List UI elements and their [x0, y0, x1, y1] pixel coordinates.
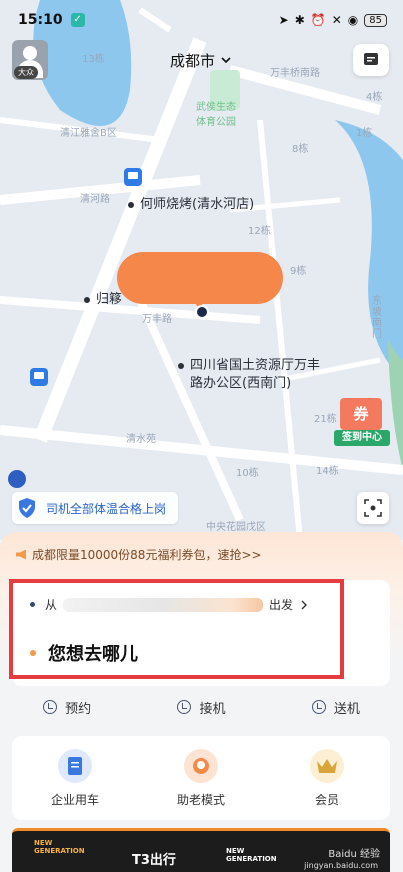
poi-name: 四川省国土资源厅万丰 [190, 358, 321, 373]
bluetooth-icon: ✱ [294, 13, 305, 27]
watermark: Baidu 经验 [328, 849, 380, 860]
map-label-road: 清河路 [80, 194, 110, 205]
locate-button[interactable] [357, 492, 389, 524]
enterprise-doc-icon [58, 748, 92, 783]
feature-enterprise[interactable]: 企业用车 [25, 748, 125, 808]
map-label-building: 4栋 [366, 92, 383, 103]
alarm-icon: ⏰ [310, 13, 326, 27]
map-label-building: 12栋 [248, 226, 271, 237]
poi-label[interactable]: 四川省国土资源厅万丰 路办公区(西南门) [178, 357, 320, 393]
poi-dot-icon [178, 362, 184, 369]
ad-text-left: NEW GENERATION [34, 839, 85, 855]
promo-text: 成都限量10000份88元福利券包，速抢>> [32, 548, 262, 562]
map-label-building: 9栋 [290, 266, 307, 277]
service-tabs: 预约 接机 送机 [0, 694, 403, 720]
poi-dot-icon [128, 201, 134, 208]
chevron-down-icon [221, 57, 231, 64]
elderly-mode-icon [184, 748, 218, 783]
map-label-road: 万丰路 [142, 314, 172, 325]
status-time: 15:10 [18, 12, 63, 28]
feature-member[interactable]: 会员 [277, 748, 377, 808]
map-label-road: 万丰桥南路 [270, 68, 320, 79]
map-label-building: 8栋 [292, 144, 309, 155]
service-dropoff[interactable]: 送机 [311, 698, 360, 717]
feature-label: 会员 [314, 792, 339, 807]
promo-banner[interactable]: 成都限量10000份88元福利券包，速抢>> [16, 546, 262, 563]
city-name: 成都市 [170, 52, 216, 70]
map-label-road: 东坡南门 [372, 296, 382, 340]
battery-indicator: 85 [364, 13, 387, 27]
bus-stop-icon[interactable] [30, 368, 48, 386]
service-pickup[interactable]: 接机 [177, 698, 226, 717]
map-label-area: 清江雅舍B区 [60, 128, 117, 139]
current-location-marker [195, 305, 209, 319]
advertisement-banner[interactable]: NEW GENERATION T3出行 NEW GENERATION Baidu… [12, 828, 390, 872]
shield-icon [12, 492, 42, 524]
poi-label[interactable]: 归簃 [84, 288, 122, 307]
message-icon [364, 53, 378, 65]
pickup-location-bubble[interactable] [117, 252, 283, 304]
message-button[interactable] [353, 44, 389, 76]
map-label-building: 13栋 [82, 54, 105, 65]
coupon-badge: 券 [340, 398, 382, 430]
tools-icon[interactable] [8, 470, 26, 488]
wifi-icon: ◉ [347, 13, 359, 27]
highlight-frame [9, 579, 344, 679]
mute-icon: ✕ [331, 13, 342, 27]
check-icon: ✓ [70, 13, 85, 27]
poi-name: 何师烧烤(清水河店) [140, 197, 255, 212]
ad-brand: T3出行 [132, 853, 176, 868]
watermark-url: jingyan.baidu.com [304, 861, 378, 870]
map-label-building: 14栋 [316, 466, 339, 477]
bus-stop-icon[interactable] [124, 168, 142, 186]
ad-text-right: NEW GENERATION [226, 847, 277, 863]
service-label: 送机 [333, 701, 360, 717]
checkin-center-button[interactable]: 券 签到中心 [334, 394, 390, 452]
driver-temperature-banner[interactable]: 司机全部体温合格上岗 [12, 492, 179, 524]
poi-dot-icon [84, 296, 90, 303]
service-label: 预约 [65, 701, 92, 717]
status-bar: 15:10 ✓ ➤ ✱ ⏰ ✕ ◉ 85 [0, 0, 403, 40]
crown-icon [310, 748, 344, 783]
speaker-icon [16, 549, 26, 560]
map-view[interactable]: 13栋 清江雅舍B区 清河路 万丰桥南路 武侯生态 体育公园 4栋 1栋 8栋 … [0, 0, 403, 540]
feature-elderly[interactable]: 助老模式 [151, 748, 251, 808]
service-reserve[interactable]: 预约 [43, 698, 91, 717]
feature-label: 助老模式 [176, 792, 225, 807]
map-label-building: 1栋 [356, 128, 373, 139]
poi-name: 路办公区(西南门) [190, 376, 292, 391]
map-label-park: 武侯生态 体育公园 [196, 102, 236, 128]
feature-grid: 企业用车 助老模式 会员 [12, 736, 390, 820]
checkin-center-label: 签到中心 [334, 430, 390, 446]
map-label-area: 清水苑 [126, 434, 156, 445]
poi-label[interactable]: 何师烧烤(清水河店) [128, 193, 254, 212]
location-arrow-icon: ➤ [278, 13, 289, 27]
avatar-badge: 大众 [14, 66, 38, 79]
dropoff-plane-icon [311, 700, 326, 714]
poi-name: 归簃 [96, 292, 123, 307]
map-label-area: 中央花园戊区 [206, 522, 266, 533]
temperature-banner-text: 司机全部体温合格上岗 [46, 501, 167, 516]
city-selector[interactable]: 成都市 [170, 50, 231, 71]
feature-label: 企业用车 [50, 792, 99, 807]
locate-icon [364, 499, 382, 517]
pickup-plane-icon [177, 700, 192, 714]
map-label-building: 10栋 [236, 468, 259, 479]
service-label: 接机 [199, 701, 226, 717]
clock-icon [43, 700, 58, 714]
